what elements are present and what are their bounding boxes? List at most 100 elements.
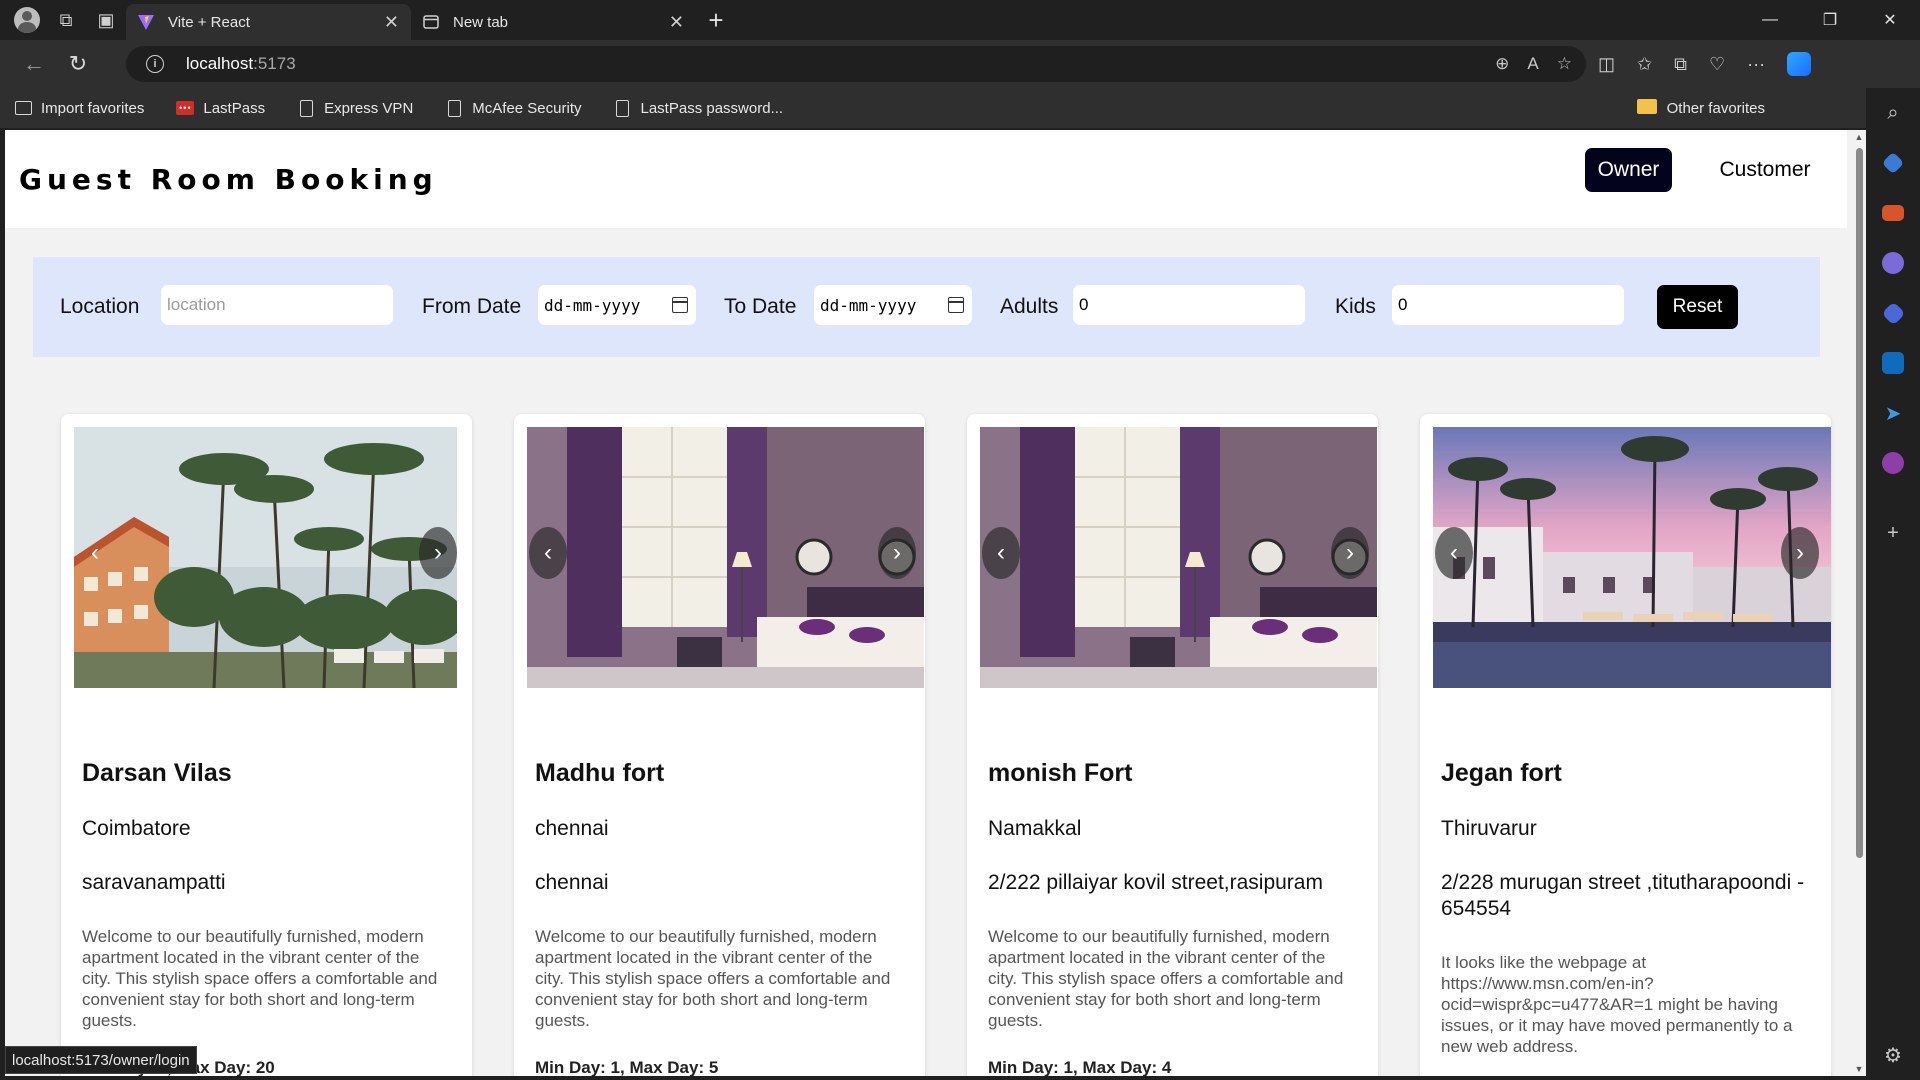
carousel-prev-icon[interactable]: ‹ — [1435, 527, 1473, 579]
link-status-tooltip: localhost:5173/owner/login — [5, 1046, 197, 1074]
search-filter-bar: Location location From Date dd-mm-yyyy T… — [33, 257, 1820, 357]
room-card[interactable]: ‹ › monish Fort Namakkal 2/222 pillaiyar… — [967, 414, 1378, 1076]
carousel-prev-icon[interactable]: ‹ — [982, 527, 1020, 579]
more-menu-icon[interactable]: ··· — [1747, 54, 1765, 75]
collections-icon[interactable]: ⧉ — [1674, 54, 1687, 75]
fav-express-vpn[interactable]: Express VPN — [297, 99, 413, 117]
to-date-label: To Date — [724, 295, 797, 318]
reset-button[interactable]: Reset — [1657, 285, 1738, 329]
newtab-favicon-icon — [421, 12, 441, 32]
folder-icon — [1636, 98, 1657, 118]
room-name: Madhu fort — [535, 759, 665, 787]
kids-label: Kids — [1335, 295, 1376, 318]
carousel-next-icon[interactable]: › — [1781, 527, 1819, 579]
site-title: Guest Room Booking — [19, 163, 438, 196]
profile-avatar-icon[interactable] — [14, 7, 40, 33]
room-address: saravanampatti — [82, 871, 226, 894]
scroll-thumb[interactable] — [1856, 148, 1863, 858]
calendar-icon[interactable] — [948, 297, 964, 313]
from-date-value: dd-mm-yyyy — [544, 295, 641, 315]
page-icon — [445, 99, 463, 117]
room-card[interactable]: ‹ › Darsan Vilas Coimbatore saravanampat… — [61, 414, 472, 1076]
other-favorites-label: Other favorites — [1666, 99, 1765, 117]
tab-actions-icon[interactable]: ▣ — [86, 0, 126, 40]
circle-app-icon[interactable] — [1866, 438, 1920, 488]
room-card[interactable]: ‹ › Madhu fort chennai chennai Welcome t… — [514, 414, 925, 1076]
owner-button[interactable]: Owner — [1585, 148, 1672, 192]
fav-lastpass[interactable]: ••• LastPass — [176, 99, 265, 117]
fav-mcafee[interactable]: McAfee Security — [445, 99, 582, 117]
browser-essentials-icon[interactable]: ♡ — [1709, 54, 1725, 75]
import-icon — [14, 99, 32, 117]
split-screen-icon[interactable]: ◫ — [1598, 54, 1615, 75]
send-icon[interactable]: ➤ — [1866, 388, 1920, 438]
carousel-prev-icon[interactable]: ‹ — [76, 527, 114, 579]
read-aloud-icon[interactable]: A — [1527, 54, 1538, 74]
workspaces-icon[interactable]: ⧉ — [46, 0, 86, 40]
outlook-icon[interactable] — [1866, 338, 1920, 388]
other-favorites[interactable]: Other favorites — [1636, 98, 1765, 118]
room-image-carousel: ‹ › — [74, 427, 457, 688]
customer-button[interactable]: Customer — [1705, 148, 1825, 192]
carousel-next-icon[interactable]: › — [1331, 527, 1369, 579]
room-card[interactable]: ‹ › Jegan fort Thiruvarur 2/228 murugan … — [1420, 414, 1831, 1076]
tools-icon[interactable] — [1866, 188, 1920, 238]
to-date-input[interactable]: dd-mm-yyyy — [814, 285, 972, 325]
window-controls: — ❐ ✕ — [1740, 0, 1920, 40]
minimize-icon[interactable]: — — [1740, 0, 1800, 40]
settings-gear-icon[interactable]: ⚙ — [1866, 1030, 1920, 1080]
room-city: chennai — [535, 817, 609, 840]
shopping-icon[interactable] — [1866, 138, 1920, 188]
carousel-next-icon[interactable]: › — [878, 527, 916, 579]
browser-tabbar: ⧉ ▣ Vite + React ✕ New tab ✕ + — ❐ ✕ — [0, 0, 1920, 40]
from-date-input[interactable]: dd-mm-yyyy — [538, 285, 696, 325]
room-description: Welcome to our beautifully furnished, mo… — [82, 927, 438, 1030]
lastpass-icon: ••• — [176, 99, 195, 117]
adults-input[interactable]: 0 — [1073, 285, 1305, 325]
favorite-star-icon[interactable]: ☆ — [1557, 54, 1572, 74]
to-date-value: dd-mm-yyyy — [820, 295, 917, 315]
room-address: chennai — [535, 871, 609, 894]
page-scrollbar[interactable]: ▲ ▼ — [1852, 130, 1866, 1076]
zoom-icon[interactable]: ⊕ — [1495, 54, 1509, 74]
close-tab-icon[interactable]: ✕ — [384, 12, 399, 33]
fav-lastpass-password[interactable]: LastPass password... — [614, 99, 783, 117]
kids-input[interactable]: 0 — [1392, 285, 1624, 325]
location-input[interactable]: location — [161, 285, 393, 325]
close-tab-icon[interactable]: ✕ — [669, 12, 684, 33]
reload-icon[interactable]: ↻ — [56, 44, 100, 84]
page-icon — [297, 99, 315, 117]
room-name: monish Fort — [988, 759, 1133, 787]
add-sidebar-app-icon[interactable]: + — [1866, 508, 1920, 558]
tab-new-tab[interactable]: New tab ✕ — [411, 4, 696, 40]
room-image-purple-bedroom — [980, 427, 1377, 688]
address-bar[interactable]: i localhost:5173 ⊕ A ☆ — [126, 46, 1586, 82]
scroll-up-arrow-icon[interactable]: ▲ — [1854, 132, 1864, 142]
room-city: Namakkal — [988, 817, 1082, 840]
close-window-icon[interactable]: ✕ — [1860, 0, 1920, 40]
room-address: 2/222 pillaiyar kovil street,rasipuram — [988, 871, 1323, 894]
calendar-icon[interactable] — [672, 297, 688, 313]
carousel-next-icon[interactable]: › — [419, 527, 457, 579]
fav-label: Import favorites — [41, 99, 145, 117]
page-viewport: Guest Room Booking Owner Customer Locati… — [5, 130, 1866, 1076]
page-icon — [614, 99, 632, 117]
tab-vite-react[interactable]: Vite + React ✕ — [126, 4, 411, 40]
favorites-icon[interactable]: ✩ — [1637, 54, 1652, 75]
games-icon[interactable] — [1866, 238, 1920, 288]
carousel-prev-icon[interactable]: ‹ — [529, 527, 567, 579]
fav-label: McAfee Security — [472, 99, 582, 117]
scroll-down-arrow-icon[interactable]: ▼ — [1854, 1064, 1864, 1074]
room-image-purple-bedroom — [527, 427, 924, 688]
site-info-icon[interactable]: i — [146, 55, 164, 73]
restore-icon[interactable]: ❐ — [1800, 0, 1860, 40]
room-address: 2/228 murugan street ,titutharapoondi - … — [1441, 871, 1805, 920]
back-arrow-icon[interactable]: ← — [12, 44, 56, 84]
new-tab-plus-icon[interactable]: + — [696, 5, 736, 36]
microsoft-365-icon[interactable] — [1866, 288, 1920, 338]
copilot-icon[interactable] — [1787, 52, 1812, 76]
fav-import-favorites[interactable]: Import favorites — [14, 99, 144, 117]
omnibox-icons: ⊕ A ☆ — [1495, 46, 1572, 82]
search-icon[interactable]: ⌕ — [1866, 88, 1920, 138]
room-image-palm-resort — [74, 427, 457, 688]
